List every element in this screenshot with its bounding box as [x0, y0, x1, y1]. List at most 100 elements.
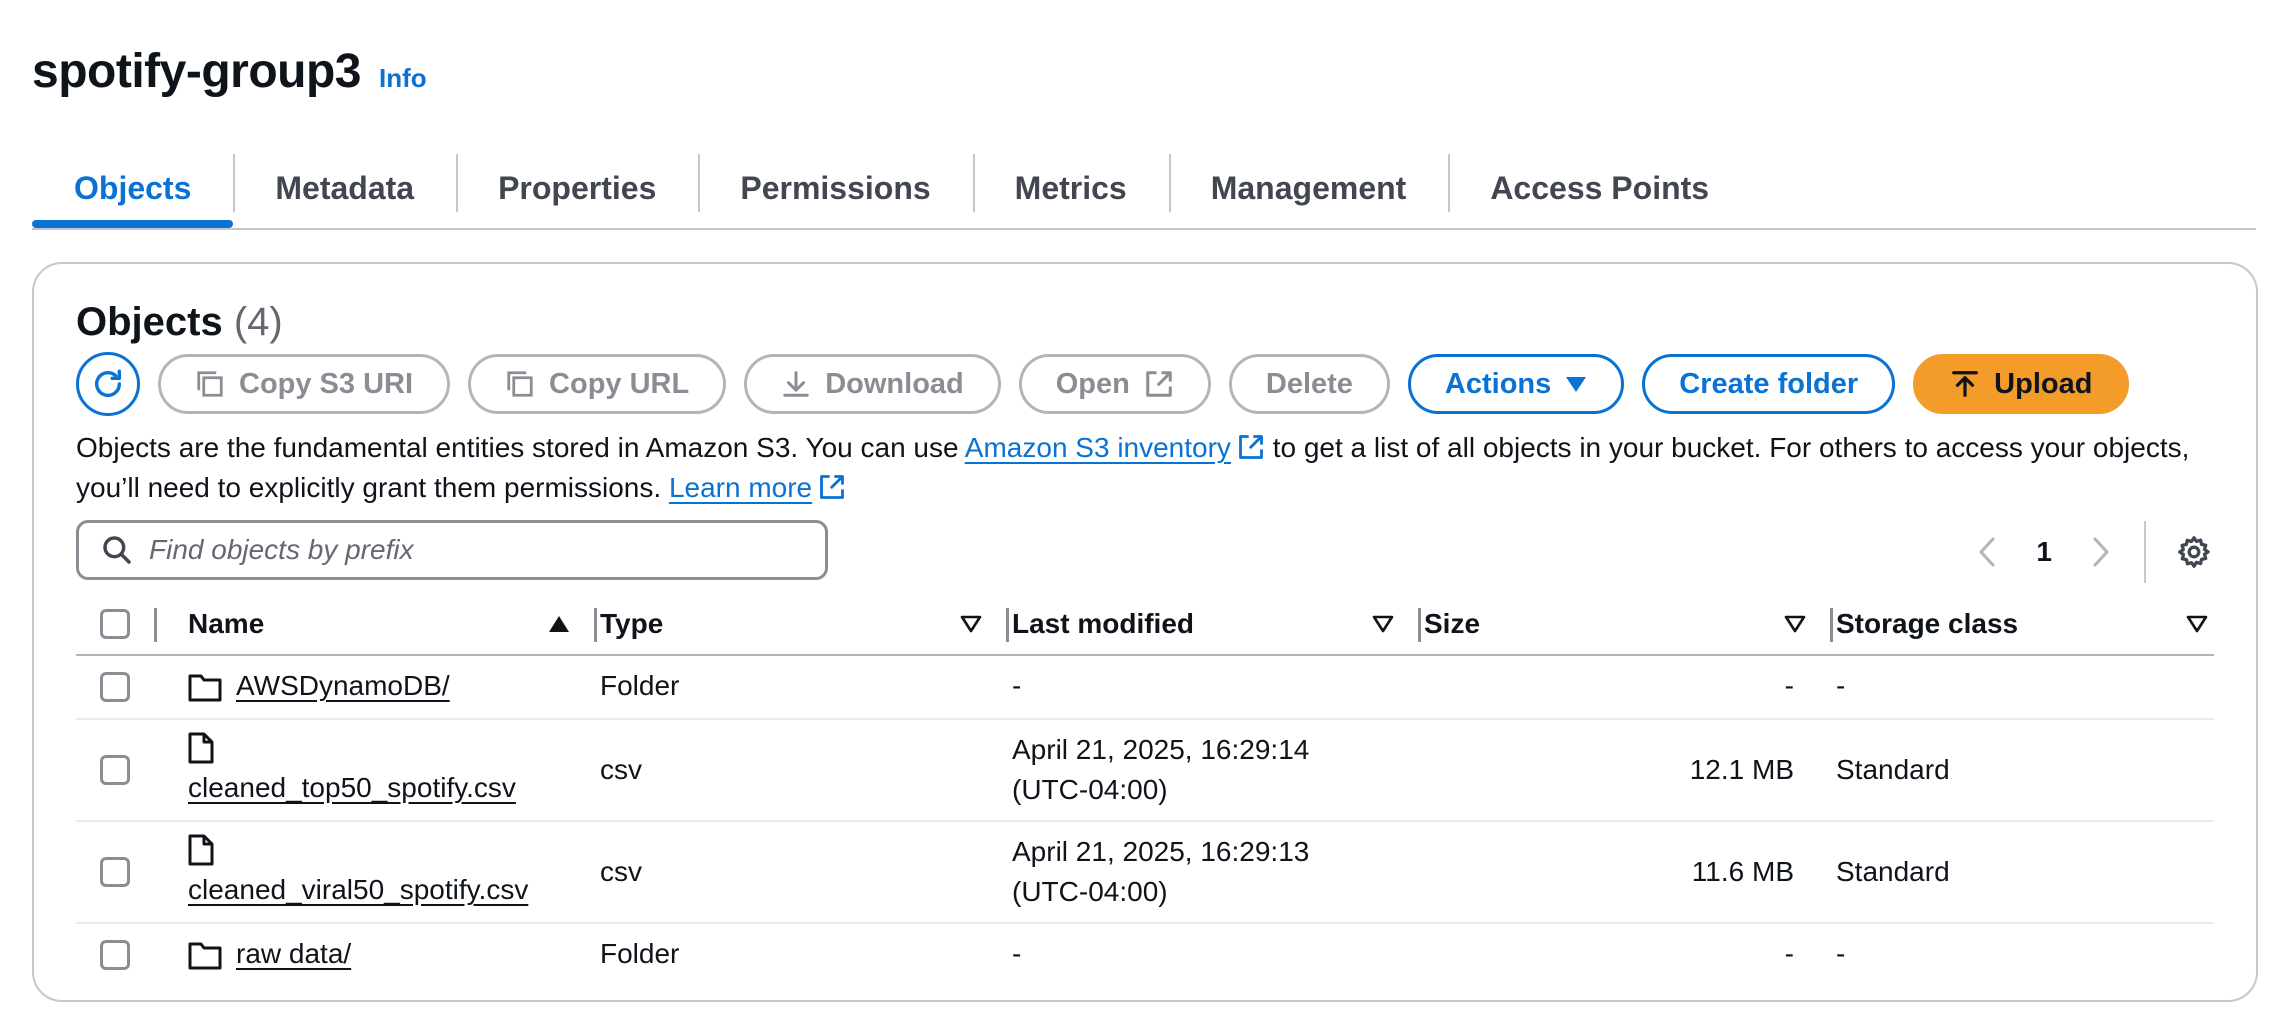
tab-access-points[interactable]: Access Points: [1448, 150, 1751, 226]
object-name-link[interactable]: cleaned_viral50_spotify.csv: [188, 874, 528, 906]
delete-button[interactable]: Delete: [1228, 354, 1390, 414]
row-checkbox[interactable]: [100, 755, 130, 785]
description-text-1: Objects are the fundamental entities sto…: [76, 432, 965, 463]
create-folder-label: Create folder: [1679, 367, 1859, 400]
tab-objects[interactable]: Objects: [32, 150, 234, 228]
tab-metadata[interactable]: Metadata: [233, 150, 456, 226]
upload-label: Upload: [1994, 367, 2093, 400]
sort-icon[interactable]: [1372, 615, 1394, 633]
table-header: Name Type Last modified Size Storage cla…: [76, 594, 2214, 656]
object-size: 12.1 MB: [1689, 754, 1794, 785]
column-size-label: Size: [1424, 608, 1481, 639]
column-divider[interactable]: [1006, 608, 1009, 642]
object-type: csv: [600, 754, 642, 785]
tab-management[interactable]: Management: [1168, 150, 1449, 226]
copy-icon: [507, 371, 533, 397]
tab-properties[interactable]: Properties: [456, 150, 698, 226]
actions-label: Actions: [1444, 367, 1552, 400]
object-name-link[interactable]: raw data/: [236, 938, 351, 970]
object-name-link[interactable]: AWSDynamoDB/: [236, 670, 450, 702]
copy-url-label: Copy URL: [549, 367, 690, 400]
object-storage-class: -: [1836, 938, 1846, 969]
info-link[interactable]: Info: [379, 63, 427, 94]
object-type: Folder: [600, 670, 680, 701]
search-input[interactable]: [147, 533, 791, 567]
download-icon: [783, 371, 809, 397]
actions-dropdown[interactable]: Actions: [1407, 354, 1625, 414]
folder-icon: [188, 674, 222, 702]
tab-permissions[interactable]: Permissions: [698, 150, 972, 226]
column-header-type[interactable]: Type: [600, 594, 663, 654]
caret-down-icon: [1566, 377, 1587, 392]
open-button[interactable]: Open: [1018, 354, 1211, 414]
s3-inventory-link[interactable]: Amazon S3 inventory: [965, 432, 1231, 463]
tab-metrics[interactable]: Metrics: [972, 150, 1169, 226]
objects-table: Name Type Last modified Size Storage cla…: [76, 594, 2214, 986]
object-storage-class: Standard: [1836, 856, 1950, 887]
column-header-last-modified[interactable]: Last modified: [1012, 594, 1194, 654]
column-last-modified-label: Last modified: [1012, 608, 1195, 639]
table-row: cleaned_top50_spotify.csv csv April 21, …: [76, 720, 2214, 822]
row-checkbox[interactable]: [100, 672, 130, 702]
row-checkbox[interactable]: [100, 940, 130, 970]
copy-url-button[interactable]: Copy URL: [468, 354, 727, 414]
download-button[interactable]: Download: [744, 354, 1001, 414]
refresh-button[interactable]: [76, 352, 140, 416]
select-all-checkbox[interactable]: [100, 609, 130, 639]
bucket-header: spotify-group3 Info: [32, 44, 427, 99]
external-link-icon: [820, 475, 845, 499]
external-link-icon: [1146, 371, 1172, 397]
copy-s3-uri-button[interactable]: Copy S3 URI: [158, 354, 451, 414]
upload-button[interactable]: Upload: [1913, 354, 2130, 414]
column-divider[interactable]: [1830, 608, 1833, 642]
objects-panel: Objects (4) Copy S3 URI Copy URL Downloa…: [32, 262, 2258, 1002]
column-type-label: Type: [600, 608, 664, 639]
pagination: 1: [1966, 520, 2216, 584]
tab-bar: Objects Metadata Properties Permissions …: [32, 150, 2256, 230]
next-page-button[interactable]: [2078, 530, 2122, 574]
folder-icon: [188, 942, 222, 970]
download-label: Download: [825, 367, 964, 400]
sort-icon[interactable]: [1784, 615, 1806, 633]
object-last-modified: April 21, 2025, 16:29:14: [1012, 734, 1310, 765]
sort-icon[interactable]: [960, 615, 982, 633]
column-divider[interactable]: [1418, 608, 1421, 642]
current-page[interactable]: 1: [2036, 536, 2052, 568]
object-storage-class: -: [1836, 670, 1846, 701]
object-last-modified: -: [1012, 670, 1022, 701]
objects-heading-label: Objects: [76, 300, 223, 344]
column-divider[interactable]: [594, 608, 597, 642]
pagination-divider: [2144, 521, 2146, 583]
object-name-link[interactable]: cleaned_top50_spotify.csv: [188, 772, 516, 804]
row-checkbox[interactable]: [100, 857, 130, 887]
sort-ascending-icon[interactable]: [548, 615, 570, 633]
objects-description: Objects are the fundamental entities sto…: [76, 428, 2226, 508]
learn-more-link[interactable]: Learn more: [669, 472, 812, 503]
delete-label: Delete: [1265, 367, 1353, 400]
object-last-modified-timezone: (UTC-04:00): [1012, 774, 1168, 805]
object-size: -: [1784, 670, 1794, 701]
previous-page-button[interactable]: [1966, 530, 2010, 574]
objects-toolbar: Copy S3 URI Copy URL Download Open Delet…: [76, 352, 2130, 416]
column-header-storage-class[interactable]: Storage class: [1836, 594, 2018, 654]
object-type: Folder: [600, 938, 680, 969]
object-size: -: [1784, 938, 1794, 969]
upload-icon: [1952, 371, 1979, 397]
external-link-icon: [1239, 435, 1263, 459]
column-storage-class-label: Storage class: [1836, 608, 2019, 639]
object-storage-class: Standard: [1836, 754, 1950, 785]
object-last-modified-timezone: (UTC-04:00): [1012, 876, 1168, 907]
column-divider: [154, 608, 157, 642]
column-header-name[interactable]: Name: [188, 594, 264, 654]
create-folder-button[interactable]: Create folder: [1642, 354, 1896, 414]
column-header-size[interactable]: Size: [1424, 594, 1480, 654]
refresh-icon: [94, 369, 122, 397]
search-box: [76, 520, 828, 580]
copy-s3-uri-label: Copy S3 URI: [239, 367, 414, 400]
sort-icon[interactable]: [2186, 615, 2208, 633]
page-title: spotify-group3: [32, 45, 361, 98]
object-last-modified: April 21, 2025, 16:29:13: [1012, 836, 1310, 867]
object-type: csv: [600, 856, 642, 887]
preferences-button[interactable]: [2172, 530, 2216, 574]
file-icon: [188, 732, 214, 764]
